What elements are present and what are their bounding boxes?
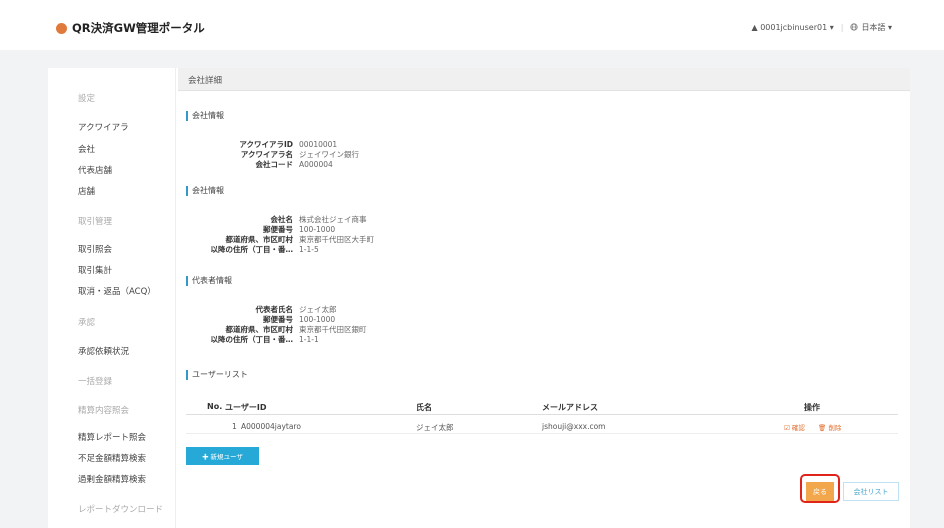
sidebar-item-cancel-refund[interactable]: 取消・返品（ACQ） xyxy=(78,285,156,297)
edit-user-link[interactable]: ☑ 確認 xyxy=(784,422,805,432)
field-key: 都道府県、市区町村 xyxy=(225,235,294,244)
company-list-button[interactable]: 会社リスト xyxy=(843,482,899,501)
field-value: 100-1000 xyxy=(299,315,336,324)
top-bar: QR決済GW管理ポータル ▲ 0001jcbinuser01 ▾ | 日本語 ▾ xyxy=(0,0,944,50)
field-value: 株式会社ジェイ商事 xyxy=(299,215,367,224)
field-value: 東京都千代田区銀町 xyxy=(299,325,367,334)
user-area: ▲ 0001jcbinuser01 ▾ | 日本語 ▾ xyxy=(752,22,892,33)
sidebar-heading-transactions: 取引管理 xyxy=(78,217,113,227)
representative-values: ジェイ太郎 100-1000 東京都千代田区銀町 1-1-1 xyxy=(299,305,499,345)
section-heading-representative-info: 代表者情報 xyxy=(186,276,232,286)
acquirer-values: 00010001 ジェイワイン銀行 A000004 xyxy=(299,140,499,170)
field-key: 都道府県、市区町村 xyxy=(225,325,294,334)
company-fields: 会社名 郵便番号 都道府県、市区町村 以降の住所（丁目・番… xyxy=(180,215,294,255)
field-key: 会社コード xyxy=(255,160,294,169)
field-value: 1-1-1 xyxy=(299,335,319,344)
field-key: 代表者氏名 xyxy=(255,305,294,314)
brand-title: QR決済GW管理ポータル xyxy=(72,21,205,35)
sidebar-item-company[interactable]: 会社 xyxy=(78,143,95,155)
field-value: ジェイワイン銀行 xyxy=(299,150,359,159)
table-divider xyxy=(186,414,898,415)
sidebar-heading-settings: 設定 xyxy=(78,94,96,104)
sidebar-item-acquirer[interactable]: アクワイアラ xyxy=(78,121,129,133)
sidebar-item-transaction-summary[interactable]: 取引集計 xyxy=(78,264,112,276)
row-no: 1 xyxy=(232,422,237,431)
sidebar-item-transaction-inquiry[interactable]: 取引照会 xyxy=(78,243,112,255)
language-select[interactable]: 日本語 ▾ xyxy=(861,22,892,33)
field-value: 東京都千代田区大手町 xyxy=(299,235,374,244)
divider: | xyxy=(840,23,844,32)
row-user-id: A000004jaytaro xyxy=(241,422,301,431)
main-panel xyxy=(48,68,910,528)
page-title-bar: 会社詳細 xyxy=(178,68,910,91)
field-key: 郵便番号 xyxy=(263,315,293,324)
column-header-name: 氏名 xyxy=(416,403,432,412)
field-key: 郵便番号 xyxy=(263,225,293,234)
field-key: 会社名 xyxy=(270,215,294,224)
section-heading-company-info: 会社情報 xyxy=(186,111,224,121)
field-key: アクワイアラID xyxy=(239,140,293,149)
sidebar-item-store[interactable]: 店舗 xyxy=(78,185,95,197)
brand-logo-icon xyxy=(56,22,67,34)
row-email: jshouji@xxx.com xyxy=(542,422,606,431)
column-header-user-id: ユーザーID xyxy=(225,403,267,412)
section-heading-user-list: ユーザーリスト xyxy=(186,370,248,380)
sidebar-heading-bulk-registration: 一括登録 xyxy=(78,377,113,387)
field-value: 00010001 xyxy=(299,140,338,149)
field-value: 100-1000 xyxy=(299,225,336,234)
field-value: 1-1-5 xyxy=(299,245,319,254)
delete-user-link[interactable]: 🗑 削除 xyxy=(818,422,841,432)
company-values: 株式会社ジェイ商事 100-1000 東京都千代田区大手町 1-1-5 xyxy=(299,215,499,255)
column-header-no: No. xyxy=(207,402,223,411)
sidebar-item-representative-store[interactable]: 代表店舗 xyxy=(78,164,112,176)
sidebar-item-settlement-report[interactable]: 精算レポート照会 xyxy=(78,431,146,443)
globe-icon xyxy=(850,22,859,33)
sidebar-heading-settlement: 精算内容照会 xyxy=(78,406,130,416)
field-key: 以降の住所（丁目・番… xyxy=(210,245,294,254)
sidebar-item-approval-status[interactable]: 承認依頼状況 xyxy=(78,345,129,357)
sidebar-item-excess-search[interactable]: 過剰金額精算検索 xyxy=(78,473,146,485)
sidebar-item-shortage-search[interactable]: 不足金額精算検索 xyxy=(78,452,146,464)
sidebar-heading-report-download: レポートダウンロード xyxy=(78,505,164,515)
field-value: A000004 xyxy=(299,160,333,169)
field-value: ジェイ太郎 xyxy=(299,305,337,314)
field-key: アクワイアラ名 xyxy=(240,150,293,159)
representative-fields: 代表者氏名 郵便番号 都道府県、市区町村 以降の住所（丁目・番… xyxy=(180,305,294,345)
field-key: 以降の住所（丁目・番… xyxy=(210,335,294,344)
acquirer-fields: アクワイアラID アクワイアラ名 会社コード xyxy=(180,140,293,170)
page-title: 会社詳細 xyxy=(188,76,223,86)
add-user-button[interactable]: ✚ 新規ユーザ xyxy=(186,447,259,465)
sidebar-heading-approval: 承認 xyxy=(78,318,96,328)
row-name: ジェイ太郎 xyxy=(416,423,454,432)
brand[interactable]: QR決済GW管理ポータル xyxy=(56,20,205,36)
section-heading-company-info-2: 会社情報 xyxy=(186,186,224,196)
user-menu[interactable]: ▲ 0001jcbinuser01 ▾ xyxy=(752,23,834,32)
column-header-actions: 操作 xyxy=(804,403,820,412)
back-button[interactable]: 戻る xyxy=(806,482,834,501)
table-divider xyxy=(186,433,898,434)
sidebar: 設定 アクワイアラ 会社 代表店舗 店舗 取引管理 取引照会 取引集計 取消・返… xyxy=(48,68,176,528)
column-header-email: メールアドレス xyxy=(542,403,598,412)
